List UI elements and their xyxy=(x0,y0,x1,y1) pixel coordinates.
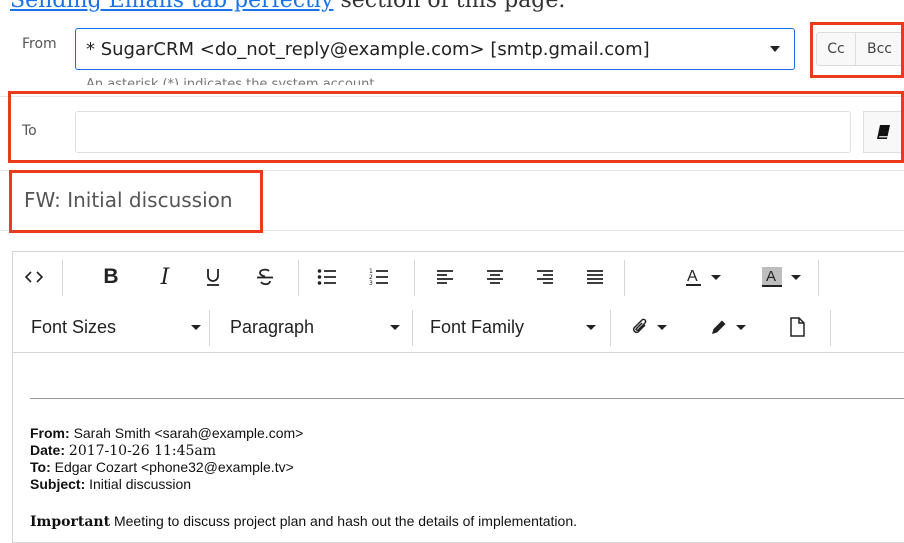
align-center-icon xyxy=(487,270,503,284)
svg-text:A: A xyxy=(766,268,776,285)
divider xyxy=(0,96,904,97)
divider xyxy=(830,310,831,346)
paragraph-select[interactable]: Paragraph xyxy=(230,302,406,352)
document-icon xyxy=(790,317,805,337)
underline-icon xyxy=(207,269,219,286)
quoted-subject-label: Subject: xyxy=(30,476,86,492)
background-color-button[interactable]: A xyxy=(754,252,808,302)
important-text: Meeting to discuss project plan and hash… xyxy=(113,513,578,529)
quoted-from-label: From: xyxy=(30,425,70,441)
pencil-icon xyxy=(712,320,726,334)
quoted-date-line: Date: 2017-10-26 11:45am xyxy=(30,442,216,459)
svg-text:A: A xyxy=(687,268,698,285)
strikethrough-icon xyxy=(257,268,273,286)
quote-separator xyxy=(30,398,904,399)
quoted-from-line: From: Sarah Smith <sarah@example.com> xyxy=(30,425,303,441)
toolbar-row-1: B I 123 A A xyxy=(12,252,904,302)
quoted-subject-line: Subject: Initial discussion xyxy=(30,476,191,492)
from-value: * SugarCRM <do_not_reply@example.com> [s… xyxy=(86,38,650,60)
chevron-down-icon xyxy=(770,46,780,52)
page-top-text: Sending Emails tab perfectly section of … xyxy=(10,0,565,13)
address-book-icon xyxy=(877,125,890,139)
justify-button[interactable] xyxy=(580,252,610,302)
align-right-icon xyxy=(537,270,553,284)
bcc-button[interactable]: Bcc xyxy=(856,32,904,66)
quoted-date-label: Date: xyxy=(30,442,66,458)
toolbar-row-2: Font Sizes Paragraph Font Family xyxy=(12,302,904,352)
divider xyxy=(0,230,904,231)
doc-text: section of this page. xyxy=(333,0,566,13)
quoted-body-line: Important Meeting to discuss project pla… xyxy=(30,513,577,530)
doc-link[interactable]: Sending Emails tab perfectly xyxy=(10,0,333,13)
to-label: To xyxy=(22,123,37,139)
source-code-button[interactable] xyxy=(12,252,56,302)
svg-text:3: 3 xyxy=(369,280,373,287)
font-sizes-select[interactable]: Font Sizes xyxy=(31,302,207,352)
text-color-icon: A xyxy=(686,268,701,286)
divider xyxy=(412,310,413,346)
underline-button[interactable] xyxy=(198,252,228,302)
chevron-down-icon xyxy=(736,324,746,330)
divider xyxy=(0,170,904,171)
chevron-down-icon xyxy=(191,324,201,330)
quoted-to-label: To: xyxy=(30,459,51,475)
bullet-list-icon xyxy=(317,269,336,285)
background-color-icon: A xyxy=(762,267,782,287)
align-left-icon xyxy=(437,270,453,284)
code-icon xyxy=(25,271,43,283)
justify-icon xyxy=(587,270,603,284)
system-account-hint: An asterisk (*) indicates the system acc… xyxy=(86,77,379,85)
font-family-label: Font Family xyxy=(430,316,525,337)
from-select[interactable]: * SugarCRM <do_not_reply@example.com> [s… xyxy=(75,28,795,70)
quoted-to-line: To: Edgar Cozart <phone32@example.tv> xyxy=(30,459,294,475)
divider xyxy=(209,310,210,346)
chevron-down-icon xyxy=(586,324,596,330)
chevron-down-icon xyxy=(791,274,801,280)
toolbar-divider xyxy=(12,352,904,353)
address-book-button[interactable] xyxy=(863,111,904,153)
divider xyxy=(62,260,63,296)
align-center-button[interactable] xyxy=(480,252,510,302)
align-right-button[interactable] xyxy=(530,252,560,302)
divider xyxy=(414,260,415,296)
divider xyxy=(818,260,819,296)
text-color-button[interactable]: A xyxy=(680,252,726,302)
to-input[interactable] xyxy=(75,111,851,153)
font-sizes-label: Font Sizes xyxy=(31,316,117,337)
divider xyxy=(624,260,625,296)
italic-button[interactable]: I xyxy=(150,252,180,302)
chevron-down-icon xyxy=(657,324,667,330)
link-button[interactable] xyxy=(624,302,674,352)
chevron-down-icon xyxy=(390,324,400,330)
numbered-list-button[interactable]: 123 xyxy=(362,252,396,302)
important-label: Important xyxy=(30,514,111,530)
quoted-from-value: Sarah Smith <sarah@example.com> xyxy=(73,425,304,441)
quoted-subject-value: Initial discussion xyxy=(89,476,192,492)
divider xyxy=(610,310,611,346)
quoted-date-value: 2017-10-26 11:45am xyxy=(68,443,217,459)
draw-button[interactable] xyxy=(700,302,756,352)
quoted-to-value: Edgar Cozart <phone32@example.tv> xyxy=(54,459,294,475)
numbered-list-icon: 123 xyxy=(369,268,388,287)
new-document-button[interactable] xyxy=(782,302,812,352)
paragraph-label: Paragraph xyxy=(230,316,315,337)
cc-button[interactable]: Cc xyxy=(816,32,856,66)
align-left-button[interactable] xyxy=(430,252,460,302)
chevron-down-icon xyxy=(711,274,721,280)
subject-field[interactable]: FW: Initial discussion xyxy=(24,188,233,212)
paperclip-icon xyxy=(632,318,647,334)
divider xyxy=(298,260,299,296)
from-label: From xyxy=(22,36,57,52)
bold-button[interactable]: B xyxy=(96,252,126,302)
bullet-list-button[interactable] xyxy=(310,252,344,302)
font-family-select[interactable]: Font Family xyxy=(430,302,602,352)
strikethrough-button[interactable] xyxy=(250,252,280,302)
